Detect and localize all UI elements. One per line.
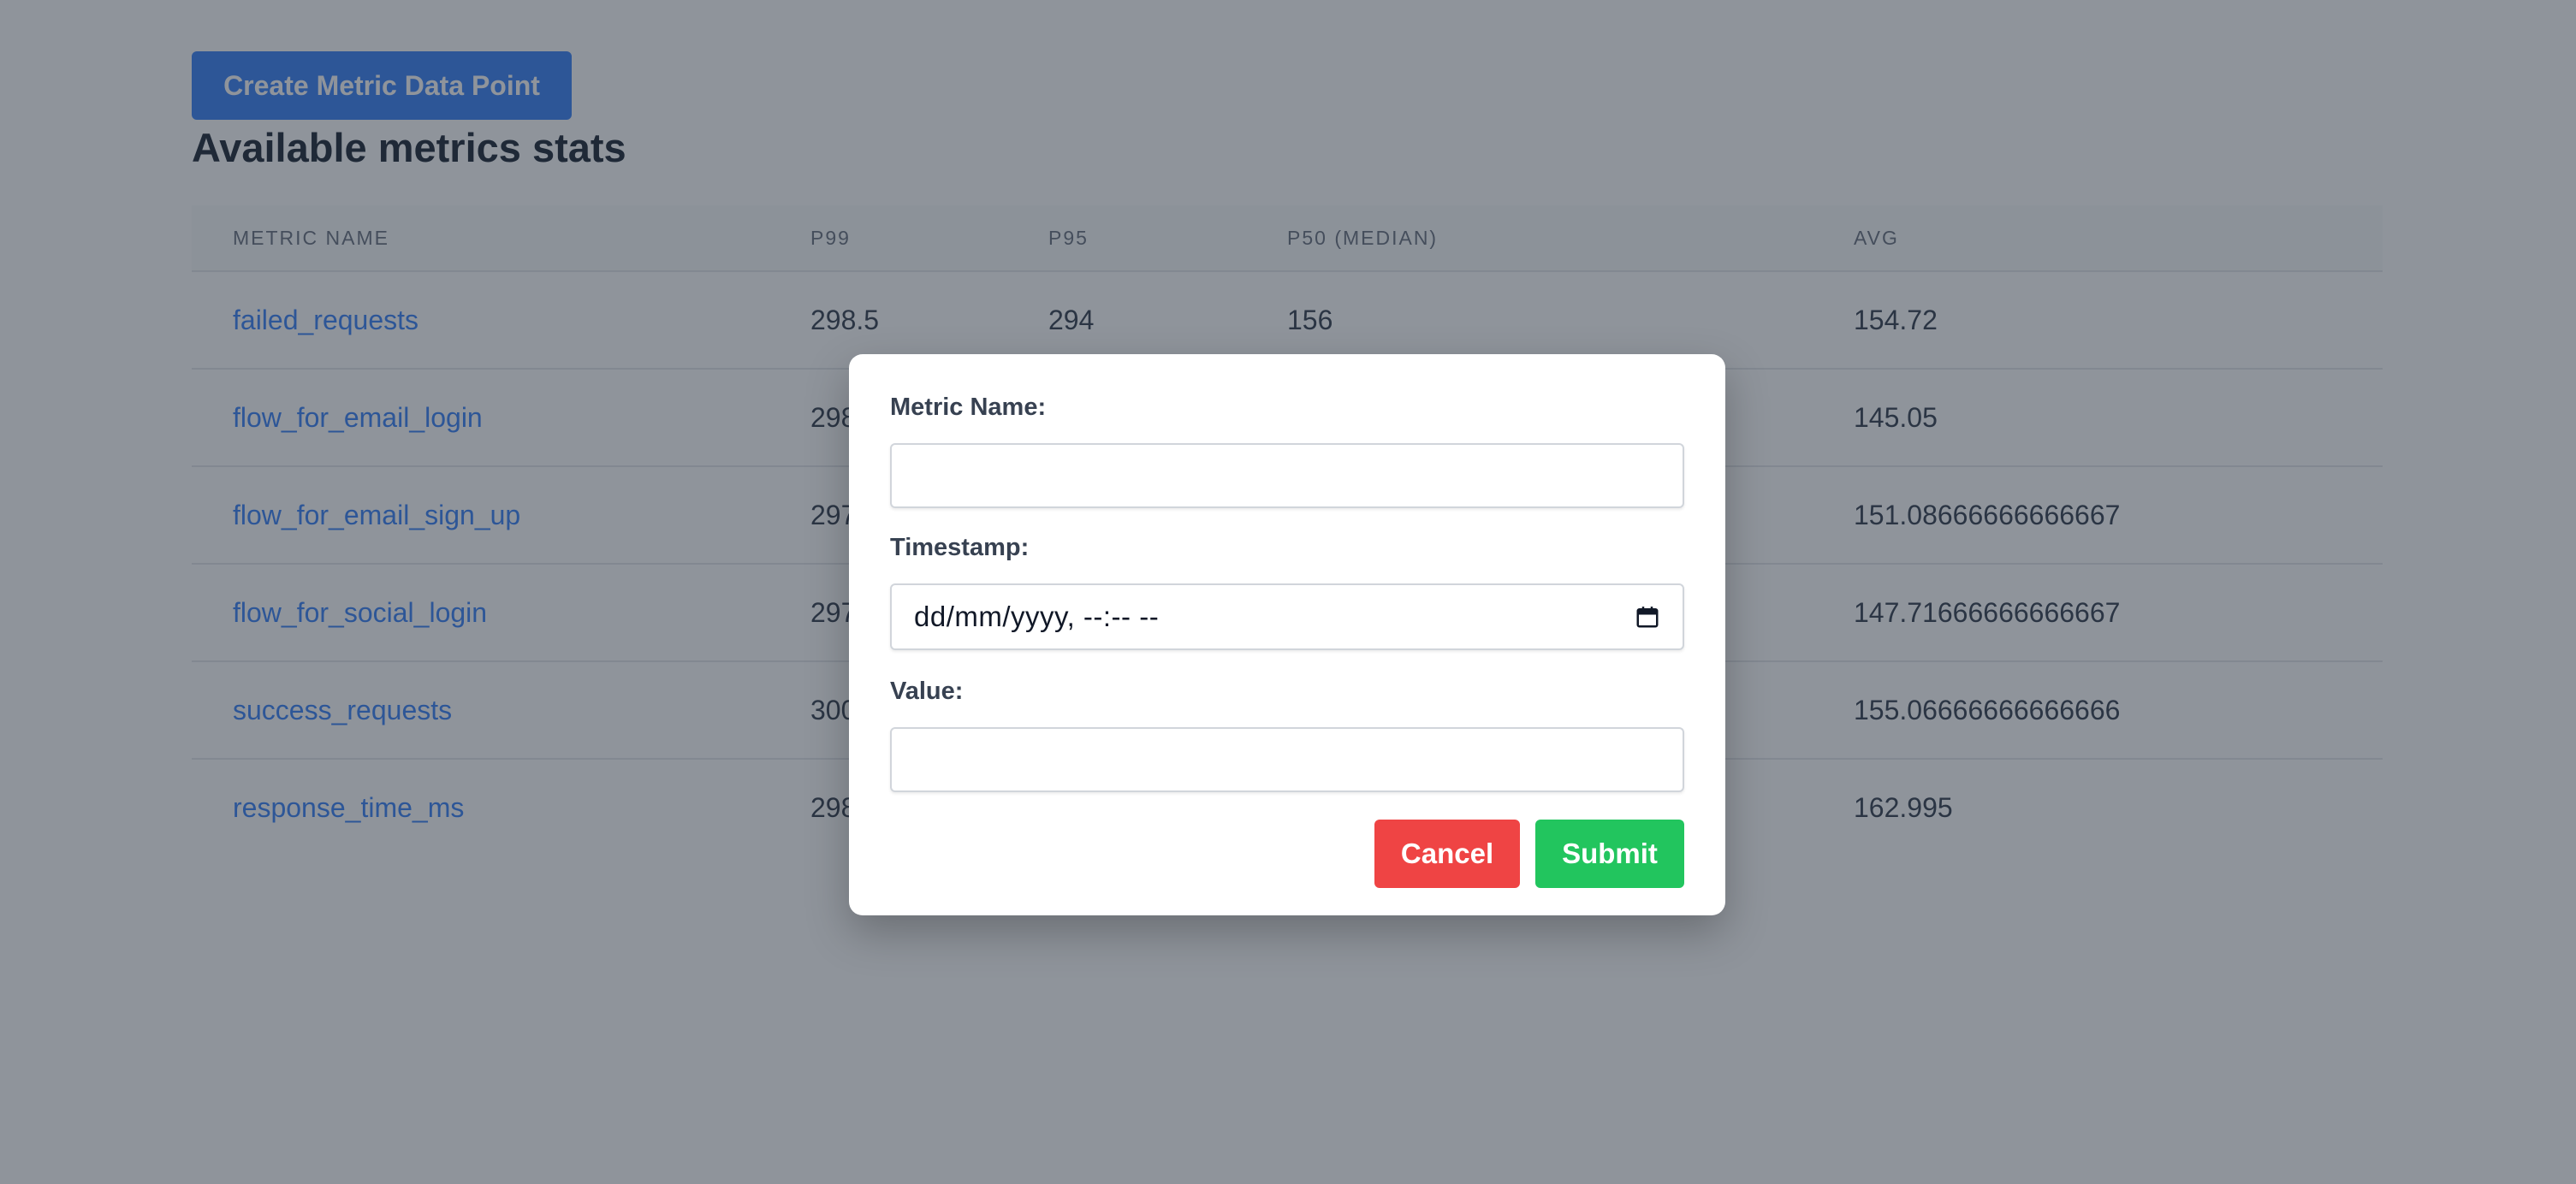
- timestamp-placeholder: dd/mm/yyyy, --:-- --: [914, 601, 1160, 632]
- create-metric-modal: Metric Name: Timestamp: dd/mm/yyyy, --:-…: [849, 354, 1725, 915]
- timestamp-label: Timestamp:: [890, 534, 1030, 561]
- cancel-button[interactable]: Cancel: [1374, 820, 1520, 888]
- value-input[interactable]: [890, 727, 1684, 792]
- value-label: Value:: [890, 678, 964, 705]
- timestamp-input[interactable]: dd/mm/yyyy, --:-- --: [890, 583, 1684, 650]
- submit-button[interactable]: Submit: [1535, 820, 1684, 888]
- calendar-icon[interactable]: [1635, 604, 1660, 630]
- metric-name-input[interactable]: [890, 443, 1684, 508]
- metric-name-label: Metric Name:: [890, 394, 1047, 421]
